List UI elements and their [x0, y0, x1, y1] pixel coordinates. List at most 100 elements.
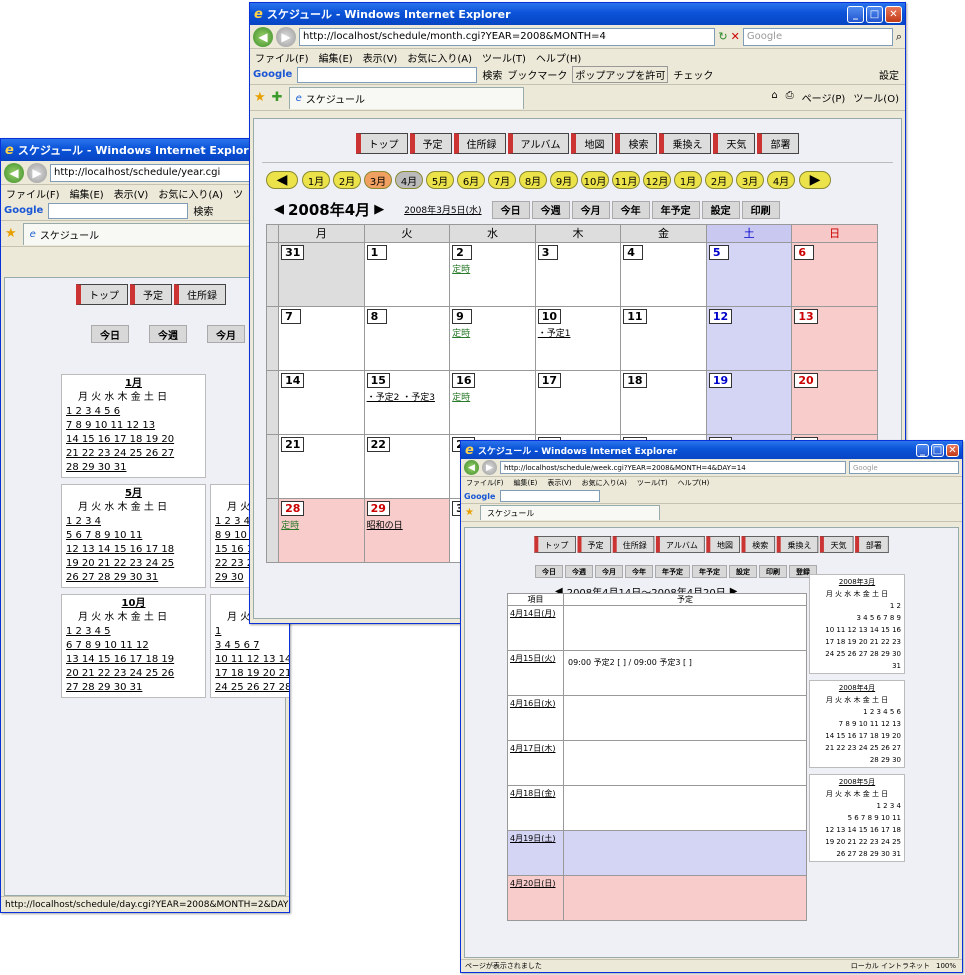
side-week-row[interactable]: 12 13 14 15 16 17 18 [811, 824, 903, 836]
day-cell[interactable]: 15 ・予定2 ・予定3 [363, 370, 451, 435]
day-cell[interactable]: 6 [791, 242, 878, 307]
nav-item-8[interactable]: 部署 [855, 536, 890, 553]
today-button[interactable]: 今日 [91, 325, 129, 343]
nav-item-4[interactable]: 地図 [706, 536, 741, 553]
day-plans[interactable] [563, 875, 807, 921]
month-pill-14[interactable]: 3月 [736, 171, 764, 189]
day-number[interactable]: 2 [452, 245, 473, 260]
view-button-1[interactable]: 今週 [531, 200, 570, 219]
day-plans[interactable] [563, 740, 807, 786]
menu-favorites[interactable]: お気に入り(A) [158, 186, 223, 201]
day-cell[interactable]: 2 定時 [449, 242, 536, 307]
day-number[interactable]: 6 [794, 245, 815, 260]
day-number[interactable]: 1 [366, 245, 387, 260]
day-plans[interactable]: 09:00 予定2 [ ] / 09:00 予定3 [ ] [563, 650, 807, 696]
add-favorite-icon[interactable]: ✚ [272, 90, 283, 105]
week-row[interactable]: 6 7 8 9 10 11 12 [64, 639, 203, 653]
google-search-button[interactable]: 検索 [482, 67, 502, 82]
week-marker[interactable] [265, 306, 280, 371]
day-number[interactable]: 7 [281, 309, 302, 324]
day-cell[interactable]: 28 定時 [278, 498, 365, 563]
day-label[interactable]: 4月15日(火) [507, 650, 564, 696]
menu-favorites[interactable]: お気に入り(A) [407, 50, 472, 65]
day-cell[interactable]: 11 [620, 306, 707, 371]
view-button-0[interactable]: 今日 [491, 200, 530, 219]
day-number[interactable]: 5 [708, 245, 729, 260]
menu-help[interactable]: ヘルプ(H) [536, 50, 581, 65]
popup-button[interactable]: ポップアップを許可 [572, 66, 669, 83]
day-label[interactable]: 4月16日(水) [507, 695, 564, 741]
month-button[interactable]: 今月 [207, 325, 245, 343]
day-cell[interactable]: 20 [791, 370, 878, 435]
zoom-level[interactable]: 100% [936, 962, 956, 970]
prev-month-arrow[interactable]: ◀ [274, 202, 284, 217]
nav-item-4[interactable]: 地図 [571, 133, 614, 154]
menu-file[interactable]: ファイル(F) [255, 50, 309, 65]
search-input[interactable]: Google [849, 461, 959, 474]
menu-view[interactable]: 表示(V) [547, 478, 571, 488]
month-pill-13[interactable]: 2月 [705, 171, 733, 189]
refresh-icon[interactable]: ↻ [718, 30, 727, 43]
nav-item-5[interactable]: 検索 [615, 133, 658, 154]
month-pill-2[interactable]: 3月 [364, 171, 392, 189]
day-cell[interactable]: 13 [791, 306, 878, 371]
week-row[interactable]: 5 6 7 8 9 10 11 [64, 529, 203, 543]
view-button-5[interactable]: 設定 [701, 200, 740, 219]
day-plans[interactable] [563, 605, 807, 651]
nav-item-1[interactable]: 予定 [577, 536, 611, 553]
back-button[interactable]: ◀ [253, 26, 273, 47]
nav-item-0[interactable]: トップ [533, 536, 576, 553]
month-pill-10[interactable]: 11月 [612, 171, 640, 189]
week-row[interactable]: 14 15 16 17 18 19 20 [64, 433, 203, 447]
month-pill-12[interactable]: 1月 [674, 171, 702, 189]
side-week-row[interactable]: 3 4 5 6 7 8 9 [811, 612, 903, 624]
view-button-3[interactable]: 今年 [611, 200, 650, 219]
month-pill-8[interactable]: 9月 [550, 171, 578, 189]
close-button[interactable]: ✕ [946, 443, 959, 457]
day-number[interactable]: 16 [452, 373, 476, 388]
url-field[interactable]: http://localhost/schedule/month.cgi?YEAR… [299, 27, 716, 46]
day-number[interactable]: 8 [366, 309, 387, 324]
day-number[interactable]: 11 [623, 309, 647, 324]
search-icon[interactable]: ⌕ [896, 30, 902, 44]
week-row[interactable]: 28 29 30 31 [64, 461, 203, 475]
google-search-input[interactable] [500, 490, 601, 502]
view-button-3[interactable]: 今年 [625, 565, 653, 578]
day-event[interactable]: 定時 [450, 326, 535, 339]
menu-help[interactable]: ヘルプ(H) [678, 478, 710, 488]
star-icon[interactable]: ★ [5, 226, 17, 241]
nav-item-0[interactable]: トップ [355, 133, 408, 154]
day-cell[interactable]: 14 [278, 370, 365, 435]
side-week-row[interactable]: 26 27 28 29 30 31 [811, 848, 903, 860]
mini-month-title[interactable]: 1月 [64, 377, 203, 391]
today-link[interactable]: 2008年3月5日(水) [404, 203, 481, 216]
view-button-2[interactable]: 今月 [595, 565, 623, 578]
back-button[interactable]: ◀ [464, 460, 479, 475]
week-row[interactable]: 19 20 21 22 23 24 25 [64, 557, 203, 571]
day-number[interactable]: 9 [452, 309, 473, 324]
nav-item-3[interactable]: アルバム [507, 133, 570, 154]
side-week-row[interactable]: 1 2 3 4 5 6 [811, 706, 903, 718]
month-pill-15[interactable]: 4月 [767, 171, 795, 189]
day-label[interactable]: 4月19日(土) [507, 830, 564, 876]
nav-item-3[interactable]: アルバム [655, 536, 706, 553]
menu-view[interactable]: 表示(V) [363, 50, 398, 65]
day-cell[interactable]: 8 [363, 306, 451, 371]
menu-file[interactable]: ファイル(F) [6, 186, 60, 201]
day-number[interactable]: 12 [708, 309, 733, 324]
week-row[interactable]: 1 2 3 4 5 [64, 625, 203, 639]
maximize-button[interactable]: □ [866, 5, 883, 23]
print-icon[interactable]: ⎙ [786, 90, 794, 105]
bookmark-button[interactable]: ブックマーク [507, 67, 567, 82]
mini-month-title[interactable]: 10月 [64, 597, 203, 611]
page-menu[interactable]: ページ(P) [802, 90, 846, 105]
day-cell[interactable]: 17 [534, 370, 622, 435]
side-month-title[interactable]: 2008年3月 [811, 576, 903, 588]
next-year-arrow[interactable]: ▶ [799, 171, 831, 189]
day-plans[interactable] [563, 830, 807, 876]
star-icon[interactable]: ★ [465, 507, 474, 518]
day-cell[interactable]: 1 [363, 242, 451, 307]
side-week-row[interactable]: 24 25 26 27 28 29 30 [811, 648, 903, 660]
day-cell[interactable]: 5 [705, 242, 793, 307]
close-button[interactable]: ✕ [885, 5, 902, 23]
